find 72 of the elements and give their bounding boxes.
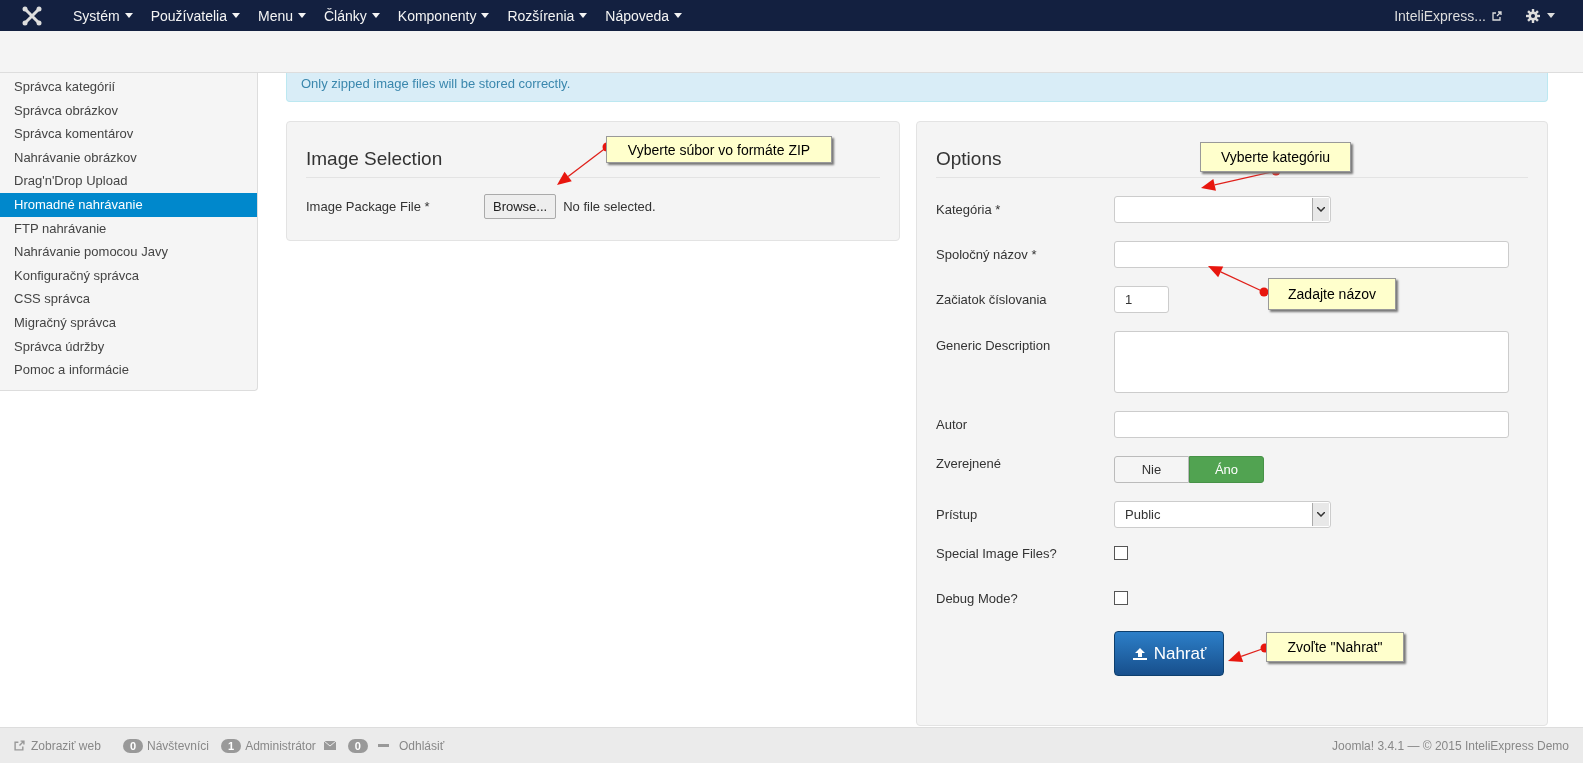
sidebar-item[interactable]: Konfiguračný správca: [0, 263, 257, 288]
field-label: Debug Mode?: [936, 591, 1019, 606]
minus-icon: [377, 744, 389, 747]
caret-icon: [481, 13, 490, 18]
callout-note: Zvoľte "Nahrat": [1266, 632, 1404, 662]
count-badge: 0: [347, 738, 368, 753]
admins-label: Administrátor: [245, 738, 316, 753]
text-field[interactable]: [1114, 411, 1509, 438]
field-label: Generic Description: [936, 338, 1052, 353]
count-badge: 0: [122, 738, 143, 753]
menu-item[interactable]: Systém: [64, 0, 142, 31]
menu-item[interactable]: Rozšírenia: [498, 0, 597, 31]
number-field[interactable]: 1: [1114, 286, 1169, 313]
callout-note: Zadajte názov: [1268, 278, 1396, 310]
field-label: Začiatok číslovania: [936, 292, 1048, 307]
field-label: Prístup: [936, 507, 979, 522]
toggle-option[interactable]: Nie: [1114, 456, 1189, 483]
field-label: Kategória *: [936, 202, 1002, 217]
field-label: Special Image Files?: [936, 546, 1058, 561]
external-link-icon: [14, 740, 25, 751]
sidebar-item[interactable]: Správca komentárov: [0, 122, 257, 146]
sidebar-item[interactable]: Správca údržby: [0, 334, 257, 359]
field-label: Autor: [936, 417, 969, 432]
caret-icon: [371, 13, 380, 18]
sidebar-item[interactable]: Nahrávanie pomocou Javy: [0, 240, 257, 264]
checkbox[interactable]: [1114, 546, 1128, 560]
settings-icon: [1526, 8, 1540, 23]
visitors-label: Návštevníci: [147, 738, 210, 753]
sidebar-item[interactable]: Správca obrázkov: [0, 98, 257, 123]
count-badge: 1: [221, 738, 242, 753]
menu-item[interactable]: Nápoveda: [596, 0, 692, 31]
chevron-down-icon: [1317, 512, 1325, 517]
sidebar-item[interactable]: Správca kategórií: [0, 75, 257, 99]
joomla-logo-icon[interactable]: [22, 5, 42, 26]
sidebar-item[interactable]: Hromadné nahrávanie: [0, 192, 257, 217]
info-message: Only zipped image files will be stored correctly.: [286, 73, 1548, 102]
menu-item[interactable]: Používatelia: [141, 0, 249, 31]
sidebar-item[interactable]: CSS správca: [0, 287, 257, 311]
copyright-text: Joomla! 3.4.1 — © 2015 InteliExpress Demo: [1332, 738, 1569, 753]
menu-item[interactable]: Komponenty: [388, 0, 499, 31]
dropdown-field[interactable]: [1114, 196, 1331, 223]
checkbox[interactable]: [1114, 591, 1128, 605]
envelope-icon: [323, 741, 336, 750]
field-label: Zverejnené: [936, 456, 1003, 471]
callout-note: Vyberte súbor vo formáte ZIP: [606, 136, 832, 163]
sidebar-item[interactable]: Drag'n'Drop Upload: [0, 169, 257, 193]
field-label: Spoločný názov *: [936, 247, 1038, 262]
caret-icon: [579, 13, 588, 18]
caret-icon: [124, 13, 133, 18]
caret-icon: [231, 13, 240, 18]
upload-button[interactable]: Nahrať: [1114, 631, 1224, 676]
file-status: No file selected.: [563, 199, 656, 214]
sidebar-item[interactable]: Nahrávanie obrázkov: [0, 145, 257, 170]
sidebar-item[interactable]: Migračný správca: [0, 310, 257, 335]
caret-icon: [1547, 13, 1555, 18]
field-label: Image Package File *: [306, 199, 431, 214]
leader-arrow: [1208, 266, 1269, 297]
sidebar-item[interactable]: Pomoc a informácie: [0, 358, 257, 382]
browse-button[interactable]: Browse...: [484, 194, 557, 219]
site-link[interactable]: InteliExpress...: [1384, 7, 1512, 24]
callout-note: Vyberte kategóriu: [1200, 142, 1351, 172]
menu-item[interactable]: Články: [315, 0, 389, 31]
settings-menu[interactable]: [1526, 8, 1555, 23]
upload-icon: [1131, 646, 1148, 661]
text-field[interactable]: [1114, 241, 1509, 268]
sidebar-item[interactable]: FTP nahrávanie: [0, 216, 257, 241]
dropdown-field[interactable]: Public: [1114, 501, 1331, 528]
caret-icon: [674, 13, 683, 18]
chevron-down-icon: [1317, 207, 1325, 212]
caret-icon: [298, 13, 306, 18]
external-link-icon: [1492, 10, 1502, 21]
menu-item[interactable]: Menu: [248, 0, 315, 31]
